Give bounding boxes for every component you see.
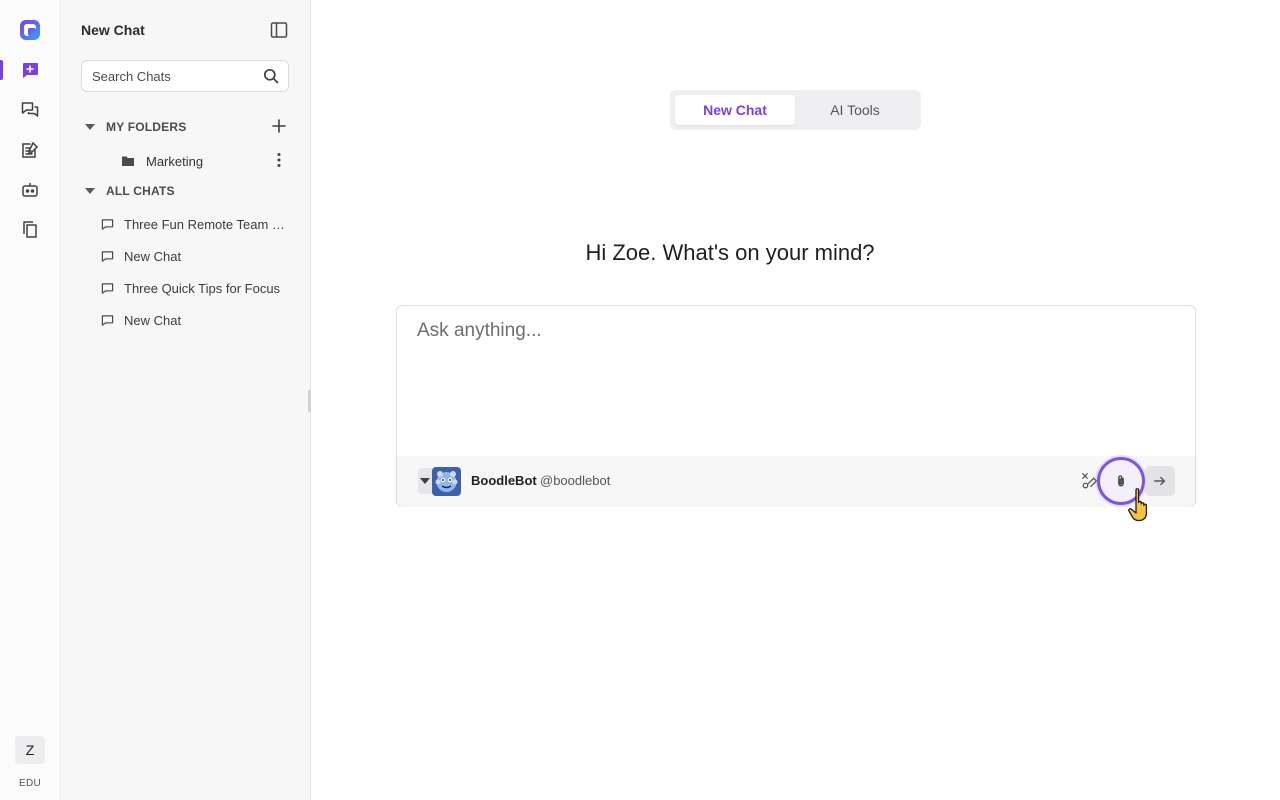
add-folder-icon[interactable] xyxy=(271,118,287,134)
caret-down-icon xyxy=(420,478,430,484)
greeting-heading: Hi Zoe. What's on your mind? xyxy=(585,240,875,265)
folder-more-icon[interactable] xyxy=(271,151,287,169)
rail-new-chat[interactable] xyxy=(0,50,60,90)
my-folders-label: MY FOLDERS xyxy=(106,120,187,134)
sidebar-title: New Chat xyxy=(81,22,145,38)
rail-bots[interactable] xyxy=(0,170,60,210)
chat-title: New Chat xyxy=(124,312,182,328)
caret-down-icon xyxy=(85,124,95,130)
bot-selector-toggle[interactable] xyxy=(418,468,432,494)
user-avatar[interactable]: Z xyxy=(15,736,45,764)
folder-label: Marketing xyxy=(146,153,204,169)
chat-title: Three Fun Remote Team Building Activitie… xyxy=(124,216,291,232)
chat-title: Three Quick Tips for Focus xyxy=(124,280,281,296)
chat-bubble-icon xyxy=(101,218,114,230)
caret-down-icon xyxy=(85,188,95,194)
attach-file-button[interactable] xyxy=(1097,457,1145,505)
bot-handle: @boodlebot xyxy=(540,473,611,488)
chat-plus-icon xyxy=(23,63,38,78)
folder-item-marketing[interactable]: Marketing xyxy=(121,151,291,171)
copy-docs-icon xyxy=(23,221,37,238)
bot-name: BoodleBot xyxy=(471,473,537,488)
bot-avatar[interactable] xyxy=(432,467,461,496)
chat-bubble-icon xyxy=(101,282,114,294)
search-box xyxy=(81,60,289,92)
folder-icon xyxy=(122,156,134,166)
sidebar-resize-handle[interactable] xyxy=(308,390,311,412)
chat-list-item[interactable]: Three Quick Tips for Focus xyxy=(101,277,291,299)
bot-avatar-image xyxy=(432,467,461,496)
chat-bubble-icon xyxy=(101,250,114,262)
send-button[interactable] xyxy=(1145,466,1175,496)
chat-title: New Chat xyxy=(124,248,182,264)
search-icon[interactable] xyxy=(263,68,279,84)
arrow-right-icon xyxy=(1154,476,1166,486)
plan-badge: EDU xyxy=(18,778,41,789)
chat-composer: BoodleBot @boodlebot xyxy=(396,305,1196,522)
chats-icon xyxy=(21,102,39,117)
app-rail: Z EDU xyxy=(0,0,61,800)
chat-list-item[interactable]: New Chat xyxy=(101,309,291,331)
chat-list-item[interactable]: Three Fun Remote Team Building Activitie… xyxy=(101,213,291,235)
all-chats-header[interactable]: ALL CHATS xyxy=(85,184,175,198)
chat-bubble-icon xyxy=(101,314,114,326)
all-chats-label: ALL CHATS xyxy=(106,184,175,198)
prompt-input[interactable] xyxy=(397,306,1195,456)
my-folders-header[interactable]: MY FOLDERS xyxy=(85,120,186,134)
edit-note-icon xyxy=(22,141,39,158)
rail-files[interactable] xyxy=(0,210,60,250)
chat-sidebar: New Chat MY FOLDERS Marketing ALL CHATS … xyxy=(61,0,311,800)
tab-new-chat[interactable]: New Chat xyxy=(675,95,795,125)
robot-icon xyxy=(22,183,38,197)
rail-chats[interactable] xyxy=(0,90,60,130)
paperclip-icon xyxy=(1118,475,1124,487)
tab-ai-tools[interactable]: AI Tools xyxy=(795,95,915,125)
rail-prompts[interactable] xyxy=(0,130,60,170)
composer-toolbar: BoodleBot @boodlebot xyxy=(397,456,1195,522)
mode-tabs: New Chat AI Tools xyxy=(670,90,921,130)
sidebar-toggle-icon[interactable] xyxy=(270,21,288,39)
app-logo-icon[interactable] xyxy=(19,19,41,41)
chat-list-item[interactable]: New Chat xyxy=(101,245,291,267)
search-input[interactable] xyxy=(82,61,252,91)
